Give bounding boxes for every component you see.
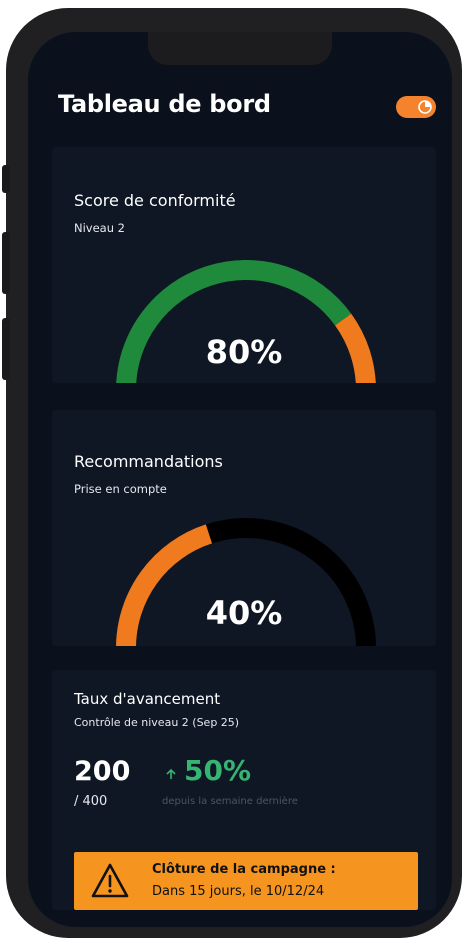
- app-screen: Tableau de bord Score de conformité Nive…: [28, 32, 452, 927]
- trend-note: depuis la semaine dernière: [162, 796, 298, 807]
- recommendations-card: Recommandations Prise en compte 40%: [52, 410, 436, 646]
- volume-down-button: [2, 318, 10, 380]
- phone-frame: Tableau de bord Score de conformité Nive…: [6, 8, 462, 938]
- arrow-up-icon: [164, 766, 178, 785]
- volume-up-button: [2, 232, 10, 294]
- alert-text: Dans 15 jours, le 10/12/24: [152, 884, 325, 899]
- progress-count: 200: [74, 756, 131, 787]
- progress-title: Taux d'avancement: [74, 690, 221, 708]
- campaign-alert: Clôture de la campagne : Dans 15 jours, …: [74, 852, 418, 910]
- trend-value: 50%: [184, 754, 252, 787]
- compliance-value: 80%: [205, 333, 283, 371]
- progress-subtitle: Contrôle de niveau 2 (Sep 25): [74, 716, 240, 729]
- warning-icon: [90, 862, 130, 904]
- notch: [148, 32, 332, 65]
- side-button: [2, 165, 10, 193]
- alert-title: Clôture de la campagne :: [152, 862, 336, 877]
- moon-icon: [416, 98, 434, 116]
- progress-total: / 400: [74, 794, 108, 809]
- recommendations-value: 40%: [205, 594, 283, 632]
- page-title: Tableau de bord: [58, 90, 271, 118]
- compliance-card: Score de conformité Niveau 2 80%: [52, 147, 436, 383]
- progress-card: Taux d'avancement Contrôle de niveau 2 (…: [52, 670, 436, 910]
- theme-toggle[interactable]: [396, 96, 436, 118]
